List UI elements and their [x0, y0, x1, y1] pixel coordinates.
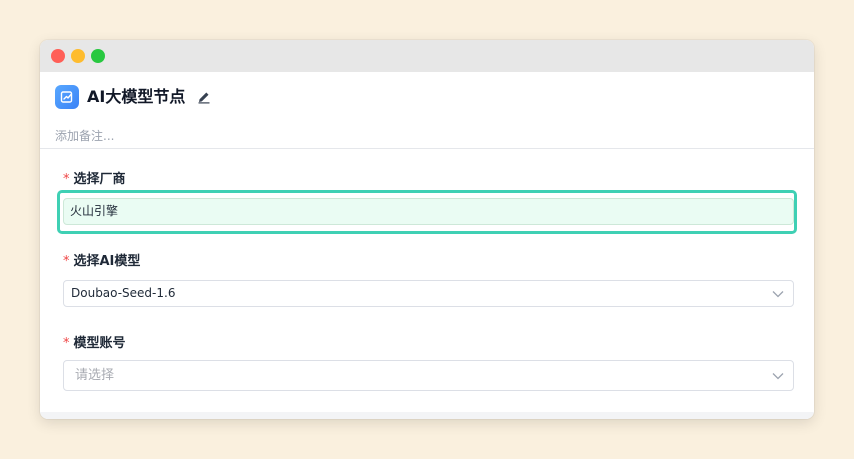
vendor-label-text: 选择厂商: [73, 172, 126, 187]
header-divider: [40, 148, 814, 149]
note-input[interactable]: 添加备注...: [55, 128, 114, 144]
model-select-value: Doubao-Seed-1.6: [71, 286, 176, 300]
maximize-window-button[interactable]: [91, 49, 105, 63]
model-label: * 选择AI模型: [63, 253, 140, 271]
account-select[interactable]: 请选择: [63, 360, 794, 391]
node-title: AI大模型节点: [87, 87, 186, 106]
pencil-icon[interactable]: [197, 90, 211, 104]
chevron-down-icon: [772, 372, 784, 379]
required-mark: *: [63, 172, 70, 187]
chevron-down-icon: [772, 290, 784, 297]
minimize-window-button[interactable]: [71, 49, 85, 63]
required-mark: *: [63, 254, 70, 269]
chart-edit-icon: [55, 85, 79, 109]
title-bar: [40, 40, 814, 72]
bottom-bar: [40, 412, 814, 419]
account-label-text: 模型账号: [73, 336, 126, 351]
vendor-label: * 选择厂商: [63, 171, 126, 189]
model-select[interactable]: Doubao-Seed-1.6: [63, 280, 794, 307]
account-select-placeholder: 请选择: [75, 368, 115, 383]
account-label: * 模型账号: [63, 335, 126, 353]
vendor-input[interactable]: 火山引擎: [63, 198, 794, 225]
node-header: AI大模型节点: [40, 72, 814, 148]
close-window-button[interactable]: [51, 49, 65, 63]
required-mark: *: [63, 336, 70, 351]
model-label-text: 选择AI模型: [73, 254, 141, 269]
node-config-window: AI大模型节点 添加备注... * 选择厂商 火山引擎 * 选择AI模型 Douba…: [40, 40, 814, 419]
